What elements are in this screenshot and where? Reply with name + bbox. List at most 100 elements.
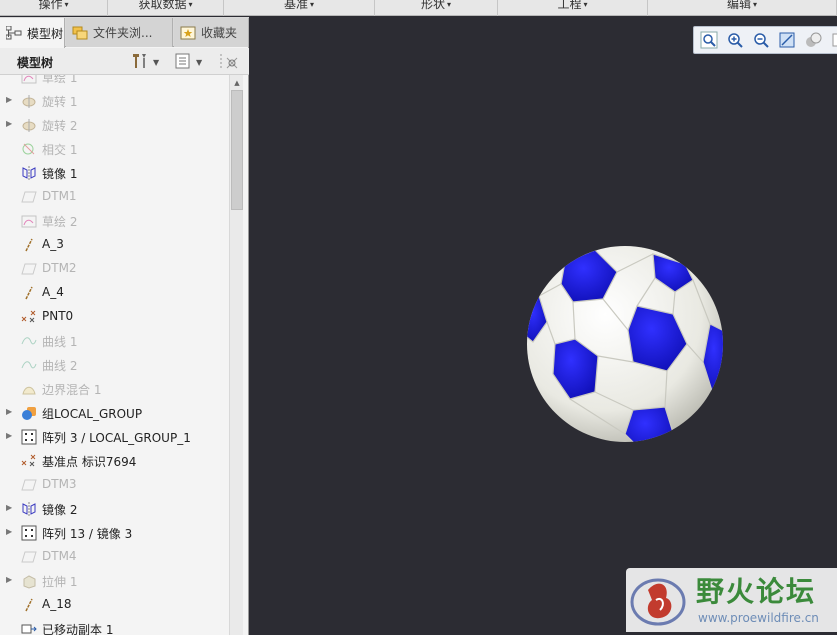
chevron-down-icon: ▾ — [64, 0, 69, 9]
chevron-down-icon: ▼ — [153, 57, 160, 67]
datum-axis-icon — [21, 285, 37, 301]
tree-row[interactable]: 草绘 2 — [0, 209, 228, 233]
tree-row[interactable]: ▶ 组LOCAL_GROUP — [0, 401, 228, 425]
tree-row[interactable]: 相交 1 — [0, 137, 228, 161]
ribbon-group-3[interactable]: 形状 ▾ — [375, 0, 498, 16]
tree-row-label: A_18 — [42, 597, 72, 611]
ribbon-group-5[interactable]: 编辑 ▾ — [648, 0, 837, 16]
scroll-thumb[interactable] — [231, 90, 243, 210]
tab-folder-browser[interactable]: 文件夹浏... — [66, 18, 173, 47]
expand-arrow-icon[interactable]: ▶ — [6, 503, 12, 512]
expand-arrow-icon[interactable]: ▶ — [6, 575, 12, 584]
navigator-tabs: 模型树 文件夹浏... 收藏夹 — [0, 17, 249, 48]
tab-favorites[interactable]: 收藏夹 — [174, 18, 249, 47]
expand-arrow-icon[interactable]: ▶ — [6, 527, 12, 536]
tree-row[interactable]: 基准点 标识7694 — [0, 449, 228, 473]
navigator-panel: 模型树 文件夹浏... 收藏夹 模型树 ▼ ▼ 草绘 1 ▶ 旋转 1 ▶ 旋转… — [0, 17, 249, 635]
model-tree-list: 草绘 1 ▶ 旋转 1 ▶ 旋转 2 相交 1 镜像 1 DTM1 草绘 2 A_3 DTM2 A_4… — [0, 75, 228, 635]
curve-icon — [21, 357, 37, 373]
tree-row[interactable]: 镜像 1 — [0, 161, 228, 185]
tree-row[interactable]: DTM3 — [0, 473, 228, 497]
tree-row-label: 阵列 3 / LOCAL_GROUP_1 — [42, 431, 191, 445]
flame-logo-icon — [630, 578, 686, 626]
chevron-down-icon: ▾ — [310, 0, 315, 9]
model-tree-icon — [5, 25, 22, 40]
tree-row[interactable]: A_18 — [0, 593, 228, 617]
tree-row[interactable]: A_3 — [0, 233, 228, 257]
tab-model-tree[interactable]: 模型树 — [0, 18, 65, 48]
datum-point-icon — [21, 309, 37, 325]
model-tree-header: 模型树 ▼ ▼ — [0, 48, 249, 75]
datum-plane-icon — [21, 261, 37, 277]
expand-arrow-icon[interactable]: ▶ — [6, 407, 12, 416]
tab-label: 文件夹浏... — [93, 26, 153, 40]
tree-row-label: DTM3 — [42, 477, 77, 491]
tree-row[interactable]: DTM2 — [0, 257, 228, 281]
tree-scrollbar[interactable]: ▲ — [229, 75, 243, 635]
shading-icon[interactable] — [804, 31, 822, 49]
intersect-icon — [21, 141, 37, 157]
tree-row-label: PNT0 — [42, 309, 74, 323]
ribbon-group-label: 编辑 — [726, 0, 751, 11]
expand-arrow-icon[interactable]: ▶ — [6, 119, 12, 128]
tree-row[interactable]: 曲线 1 — [0, 329, 228, 353]
ribbon-group-1[interactable]: 获取数据 ▾ — [108, 0, 224, 16]
tree-row-label: 阵列 13 / 镜像 3 — [42, 527, 133, 541]
tree-row[interactable]: DTM4 — [0, 545, 228, 569]
tools-icon — [130, 52, 150, 73]
zoom-out-icon[interactable] — [752, 31, 770, 49]
tree-row[interactable]: 已移动副本 1 — [0, 617, 228, 635]
group-icon — [21, 405, 37, 421]
refit-icon[interactable] — [778, 31, 796, 49]
show-columns-button[interactable]: ▼ — [174, 52, 202, 72]
chevron-down-icon: ▾ — [447, 0, 452, 9]
scroll-up-icon[interactable]: ▲ — [230, 77, 244, 89]
folder-browser-icon — [72, 26, 88, 40]
tree-row[interactable]: ▶ 旋转 1 — [0, 89, 228, 113]
tree-row-label: 曲线 1 — [42, 335, 78, 349]
tree-row[interactable]: ▶ 阵列 3 / LOCAL_GROUP_1 — [0, 425, 228, 449]
graphics-window[interactable]: 野火论坛 www.proewildfire.cn — [250, 17, 837, 635]
ribbon-group-label: 工程 — [557, 0, 582, 11]
sketch-icon — [21, 75, 37, 85]
tree-row[interactable]: 边界混合 1 — [0, 377, 228, 401]
tree-row[interactable]: ▶ 镜像 2 — [0, 497, 228, 521]
boundary-blend-icon — [21, 381, 37, 397]
ribbon-group-4[interactable]: 工程 ▾ — [498, 0, 648, 16]
sketch-icon — [21, 213, 37, 229]
filter-button[interactable] — [219, 52, 241, 72]
ribbon-group-bar: 操作 ▾ 获取数据 ▾ 基准 ▾ 形状 ▾ 工程 ▾ 编辑 ▾ — [0, 0, 837, 16]
tree-row[interactable]: PNT0 — [0, 305, 228, 329]
datum-axis-icon — [21, 237, 37, 253]
expand-arrow-icon[interactable]: ▶ — [6, 431, 12, 440]
tree-row[interactable]: A_4 — [0, 281, 228, 305]
tree-row[interactable]: ▶ 旋转 2 — [0, 113, 228, 137]
ribbon-group-label: 基准 — [283, 0, 308, 11]
ribbon-group-0[interactable]: 操作 ▾ — [0, 0, 108, 16]
ribbon-group-2[interactable]: 基准 ▾ — [224, 0, 375, 16]
tree-settings-button[interactable]: ▼ — [130, 52, 159, 72]
tree-row[interactable]: DTM1 — [0, 185, 228, 209]
view-manager-icon[interactable] — [830, 31, 837, 49]
tree-row[interactable]: ▶ 拉伸 1 — [0, 569, 228, 593]
filter-icon — [219, 52, 241, 73]
ribbon-group-label: 获取数据 — [138, 0, 187, 11]
tree-row[interactable]: 曲线 2 — [0, 353, 228, 377]
tree-row-label: 基准点 标识7694 — [42, 455, 137, 469]
revolve-icon — [21, 117, 37, 133]
mirror-icon — [21, 165, 37, 181]
expand-arrow-icon[interactable]: ▶ — [6, 95, 12, 104]
tree-row-label: 旋转 1 — [42, 95, 78, 109]
model-tree-title: 模型树 — [17, 56, 54, 70]
soccer-ball-model[interactable] — [525, 244, 725, 444]
watermark-title: 野火论坛 — [696, 575, 817, 608]
tree-row-label: 边界混合 1 — [42, 383, 102, 397]
tree-row[interactable]: ▶ 阵列 13 / 镜像 3 — [0, 521, 228, 545]
datum-plane-icon — [21, 477, 37, 493]
tree-row-label: 草绘 1 — [42, 75, 78, 85]
forum-watermark: 野火论坛 www.proewildfire.cn — [626, 568, 837, 632]
zoom-fit-icon[interactable] — [700, 31, 718, 49]
zoom-in-icon[interactable] — [726, 31, 744, 49]
tree-row-label: 镜像 2 — [42, 503, 78, 517]
tree-row[interactable]: 草绘 1 — [0, 75, 228, 89]
